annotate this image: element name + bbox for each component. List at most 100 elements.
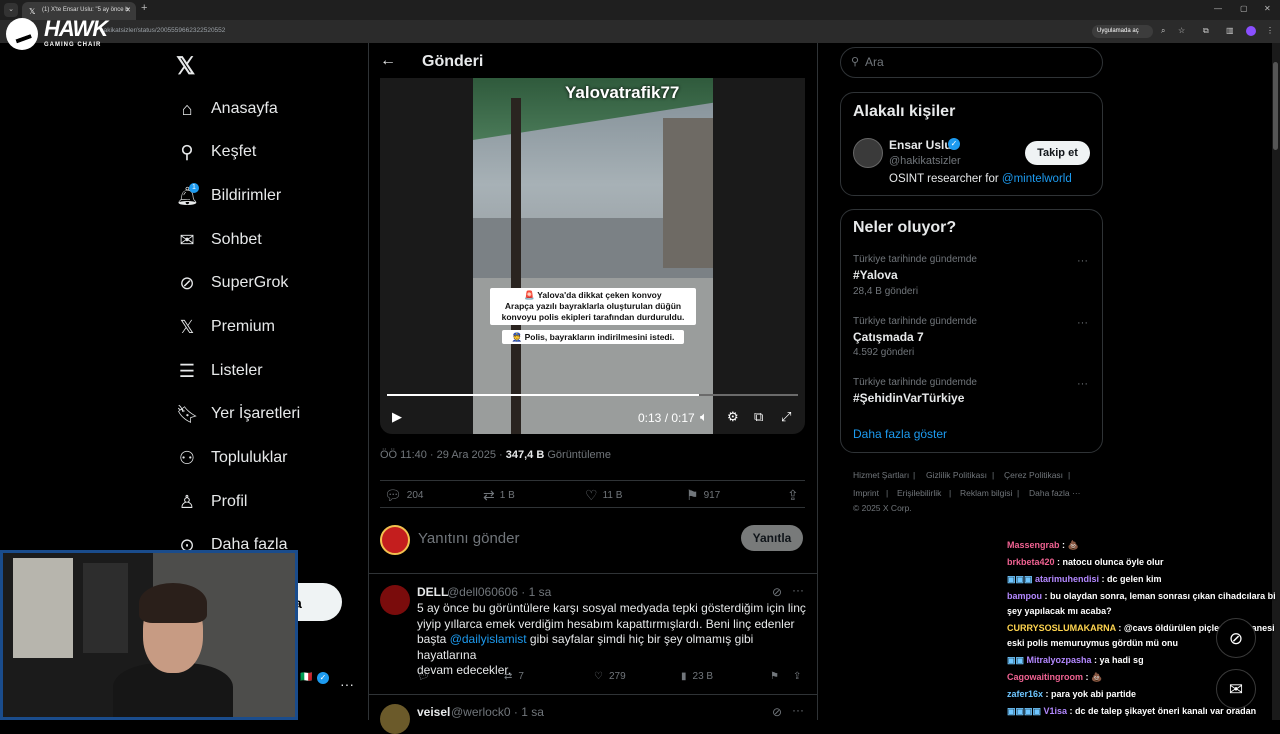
views-action[interactable]: ▮ 23 B: [681, 671, 713, 682]
chat-user: Mitralyozpasha: [1026, 655, 1092, 665]
window-close-icon[interactable]: ✕: [1264, 4, 1271, 13]
zoom-icon[interactable]: ⌕: [1161, 26, 1165, 36]
grok-fab-button[interactable]: ⊘: [1216, 618, 1256, 658]
footer-link[interactable]: Reklam bilgisi: [960, 488, 1012, 498]
open-in-app-button[interactable]: Uygulamada aç: [1092, 25, 1153, 38]
reply-input[interactable]: Yanıtını gönder: [418, 530, 519, 547]
webcam-window: [13, 558, 73, 658]
chat-text: eski polis memuruymus gördün mü onu: [1007, 638, 1179, 648]
volume-icon[interactable]: 🔈︎: [700, 409, 708, 425]
avatar[interactable]: [380, 585, 410, 615]
nav-grok[interactable]: ⊘ SuperGrok: [176, 268, 288, 298]
reply-icon: 💬︎: [417, 671, 430, 682]
more-icon[interactable]: ···: [1077, 317, 1088, 329]
reply-author-handle[interactable]: @werlock0 · 1 sa: [451, 705, 544, 719]
minimize-icon[interactable]: —: [1214, 4, 1222, 13]
close-tab-icon[interactable]: ✕: [125, 6, 131, 14]
bookmark-action[interactable]: ⚑: [770, 671, 779, 682]
related-user-name[interactable]: Ensar Uslu: [889, 138, 952, 152]
footer-link[interactable]: Imprint: [853, 488, 879, 498]
reply-button[interactable]: Yanıtla: [741, 525, 803, 551]
picture-in-picture-icon[interactable]: ⧉: [754, 409, 763, 425]
logo-title: HAWK: [44, 16, 108, 41]
chat-message: ▣▣ Mitralyozpasha : ya hadi sg: [1007, 655, 1144, 666]
more-icon[interactable]: ···: [1077, 255, 1088, 267]
new-tab-button[interactable]: +: [141, 2, 147, 14]
footer-link[interactable]: Gizlilik Politikası: [926, 470, 987, 480]
nav-lists[interactable]: ☰ Listeler: [176, 356, 263, 386]
settings-gear-icon[interactable]: ⚙: [727, 409, 739, 425]
nav-explore[interactable]: ⚲ Keşfet: [176, 137, 256, 167]
reply-author-name[interactable]: DELL: [417, 585, 448, 599]
avatar[interactable]: [380, 525, 410, 555]
search-input[interactable]: [865, 52, 1085, 72]
grok-icon[interactable]: ⊘: [772, 705, 782, 719]
more-icon[interactable]: ···: [792, 583, 804, 597]
video-caption-box: 🚨 Yalova'da dikkat çeken konvoy Arapça y…: [490, 288, 696, 325]
post-views: 347,4 B: [505, 449, 545, 461]
reply-author-name[interactable]: veisel: [417, 705, 450, 719]
back-arrow-icon[interactable]: ←: [380, 52, 396, 70]
nav-notifications[interactable]: 🔔︎ 1 Bildirimler: [176, 181, 281, 211]
follow-button[interactable]: Takip et: [1025, 141, 1090, 165]
profile-avatar[interactable]: [1246, 26, 1256, 36]
like-action[interactable]: ♡ 279: [594, 671, 626, 682]
heart-icon: ♡: [594, 671, 603, 682]
extensions-icon[interactable]: ⧉: [1203, 26, 1209, 36]
messages-fab-button[interactable]: ✉: [1216, 669, 1256, 709]
footer-link[interactable]: Hizmet Şartları: [853, 470, 909, 480]
bio-text: OSINT researcher for: [889, 173, 1002, 185]
mention-link[interactable]: @dailyislamist: [450, 632, 527, 646]
repost-action[interactable]: ⇄ 7: [504, 671, 524, 682]
chat-text: şey yapılacak mı acaba?: [1007, 606, 1112, 616]
more-icon[interactable]: ···: [792, 703, 804, 717]
show-more-link[interactable]: Daha fazla göster: [853, 427, 947, 441]
nav-premium[interactable]: 𝕏 Premium: [176, 312, 275, 342]
nav-home[interactable]: ⌂ Anasayfa: [176, 94, 278, 124]
related-user-handle[interactable]: @hakikatsizler: [889, 155, 961, 167]
copyright: © 2025 X Corp.: [853, 503, 912, 513]
maximize-icon[interactable]: ▢: [1240, 4, 1248, 13]
tab-search-button[interactable]: ⌄: [4, 3, 18, 17]
share-action[interactable]: ⇪: [787, 487, 799, 504]
bookmark-action[interactable]: ⚑ 917: [686, 487, 720, 504]
bio-link[interactable]: @mintelworld: [1002, 173, 1072, 185]
caption-line: konvoyu polis ekipleri tarafından durdur…: [501, 312, 685, 322]
chat-user: V1isa: [1043, 706, 1068, 716]
trend-name[interactable]: Çatışmada 7: [853, 330, 924, 344]
url-field[interactable]: hakikatsizler/status/2005559662322520552: [100, 27, 225, 34]
like-action[interactable]: ♡ 11 B: [585, 487, 622, 504]
sidebar-icon[interactable]: ▥: [1226, 26, 1234, 35]
reply-action[interactable]: 💬︎: [417, 671, 430, 682]
play-icon[interactable]: ▶: [392, 409, 402, 425]
x-logo-icon[interactable]: 𝕏: [176, 52, 195, 81]
nav-bookmarks[interactable]: 🔖︎ Yer İşaretleri: [176, 399, 300, 429]
grok-icon: ⊘: [1228, 629, 1244, 648]
scrollbar-thumb[interactable]: [1273, 62, 1278, 150]
nav-communities[interactable]: ⚇ Topluluklar: [176, 443, 288, 473]
more-icon[interactable]: ···: [1077, 378, 1088, 390]
footer-more-link[interactable]: Daha fazla ···: [1029, 488, 1081, 498]
video-progress-bar[interactable]: [387, 394, 798, 396]
webcam-overlay: [0, 550, 298, 720]
repost-action[interactable]: ⇄ 1 B: [483, 487, 515, 504]
share-action[interactable]: ⇪: [793, 671, 801, 682]
avatar[interactable]: [853, 138, 883, 168]
footer-link[interactable]: Erişilebilirlik: [897, 488, 941, 498]
trend-context: Türkiye tarihinde gündemde: [853, 377, 977, 388]
trend-name[interactable]: #Yalova: [853, 268, 898, 282]
reply-action[interactable]: 💬︎ 204: [384, 487, 423, 504]
trends-title: Neler oluyor?: [853, 219, 957, 236]
nav-messages[interactable]: ✉ Sohbet: [176, 225, 261, 255]
video-player[interactable]: Yalovatrafik77 🚨 Yalova'da dikkat çeken …: [380, 78, 805, 434]
account-more-icon[interactable]: ···: [340, 676, 354, 692]
reply-author-handle[interactable]: @dell060606 · 1 sa: [447, 585, 551, 599]
trend-name[interactable]: #ŞehidinVarTürkiye: [853, 391, 964, 405]
fullscreen-icon[interactable]: ⤢: [781, 409, 791, 425]
footer-link[interactable]: Çerez Politikası: [1004, 470, 1063, 480]
browser-menu-icon[interactable]: ⋮: [1266, 26, 1274, 35]
star-icon[interactable]: ☆: [1178, 26, 1185, 35]
avatar[interactable]: [380, 704, 410, 734]
grok-icon[interactable]: ⊘: [772, 585, 782, 599]
nav-profile[interactable]: ♙ Profil: [176, 487, 248, 517]
